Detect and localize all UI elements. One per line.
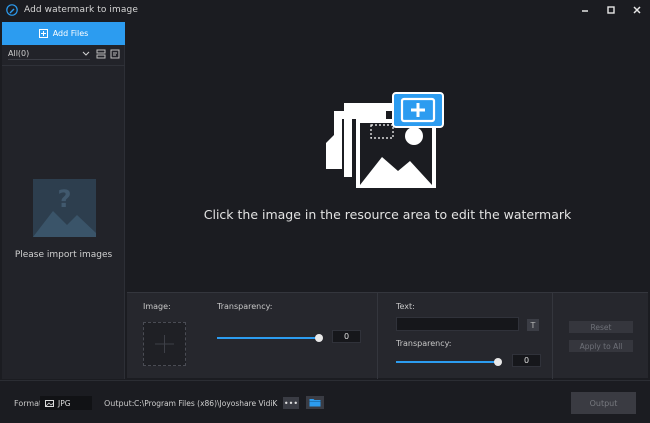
image-transparency-label: Transparency: <box>217 302 273 311</box>
slider-track <box>396 361 499 363</box>
reset-button[interactable]: Reset <box>569 321 633 333</box>
slider-knob[interactable] <box>494 358 502 366</box>
image-transparency-value[interactable]: 0 <box>332 330 361 343</box>
empty-image-icon: ? <box>33 179 96 237</box>
edit-list-icon[interactable] <box>110 49 120 59</box>
image-format-icon <box>45 399 54 407</box>
apply-to-all-button[interactable]: Apply to All <box>569 340 633 352</box>
list-view-icon[interactable] <box>96 49 106 59</box>
watermark-text-input[interactable] <box>396 317 519 331</box>
filter-value: All(0) <box>8 49 30 58</box>
image-label: Image: <box>143 302 171 311</box>
output-label: Output: <box>104 399 135 408</box>
add-files-label: Add Files <box>52 29 89 38</box>
open-folder-button[interactable] <box>306 396 324 409</box>
window-title: Add watermark to image <box>24 5 138 15</box>
divider <box>552 293 553 379</box>
watermark-settings-panel: Image: Transparency: 0 Text: T Transpare… <box>127 292 648 379</box>
watermark-image-slot[interactable] <box>143 322 186 366</box>
maximize-icon <box>607 6 615 14</box>
divider <box>377 293 378 379</box>
format-selector[interactable]: JPG <box>40 396 92 410</box>
format-value: JPG <box>58 398 71 408</box>
text-transparency-slider[interactable] <box>396 358 503 366</box>
minimize-icon <box>582 10 588 12</box>
add-files-button[interactable]: Add Files <box>2 22 125 45</box>
preview-area[interactable]: Click the image in the resource area to … <box>127 22 648 291</box>
crosshair-icon <box>155 335 174 353</box>
output-path: C:\Program Files (x86)\Joyoshare VidiKit… <box>134 399 278 408</box>
text-transparency-label: Transparency: <box>396 339 452 348</box>
slider-track <box>217 337 320 339</box>
font-settings-button[interactable]: T <box>527 319 539 331</box>
folder-icon <box>309 399 321 407</box>
browse-button[interactable]: ••• <box>283 397 299 409</box>
footer-bar: Format: JPG Output: C:\Program Files (x8… <box>0 380 650 423</box>
maximize-button[interactable] <box>598 0 624 20</box>
title-bar: Add watermark to image <box>0 0 650 20</box>
instruction-text: Click the image in the resource area to … <box>203 207 572 222</box>
output-button[interactable]: Output <box>571 392 636 414</box>
close-button[interactable] <box>624 0 650 20</box>
empty-message: Please import images <box>14 250 113 260</box>
app-logo-icon <box>6 4 18 16</box>
text-label: Text: <box>396 302 415 311</box>
divider <box>2 65 125 66</box>
close-icon <box>633 6 641 14</box>
add-watermark-illustration-icon <box>326 92 444 188</box>
chevron-down-icon <box>82 51 90 56</box>
text-transparency-value[interactable]: 0 <box>512 354 541 367</box>
image-transparency-slider[interactable] <box>217 334 324 342</box>
slider-knob[interactable] <box>315 334 323 342</box>
add-file-icon <box>38 29 48 38</box>
svg-text:?: ? <box>58 185 72 213</box>
filter-dropdown[interactable]: All(0) <box>8 49 90 60</box>
resource-panel: Add Files All(0) ? Please import images <box>2 22 125 379</box>
minimize-button[interactable] <box>572 0 598 20</box>
